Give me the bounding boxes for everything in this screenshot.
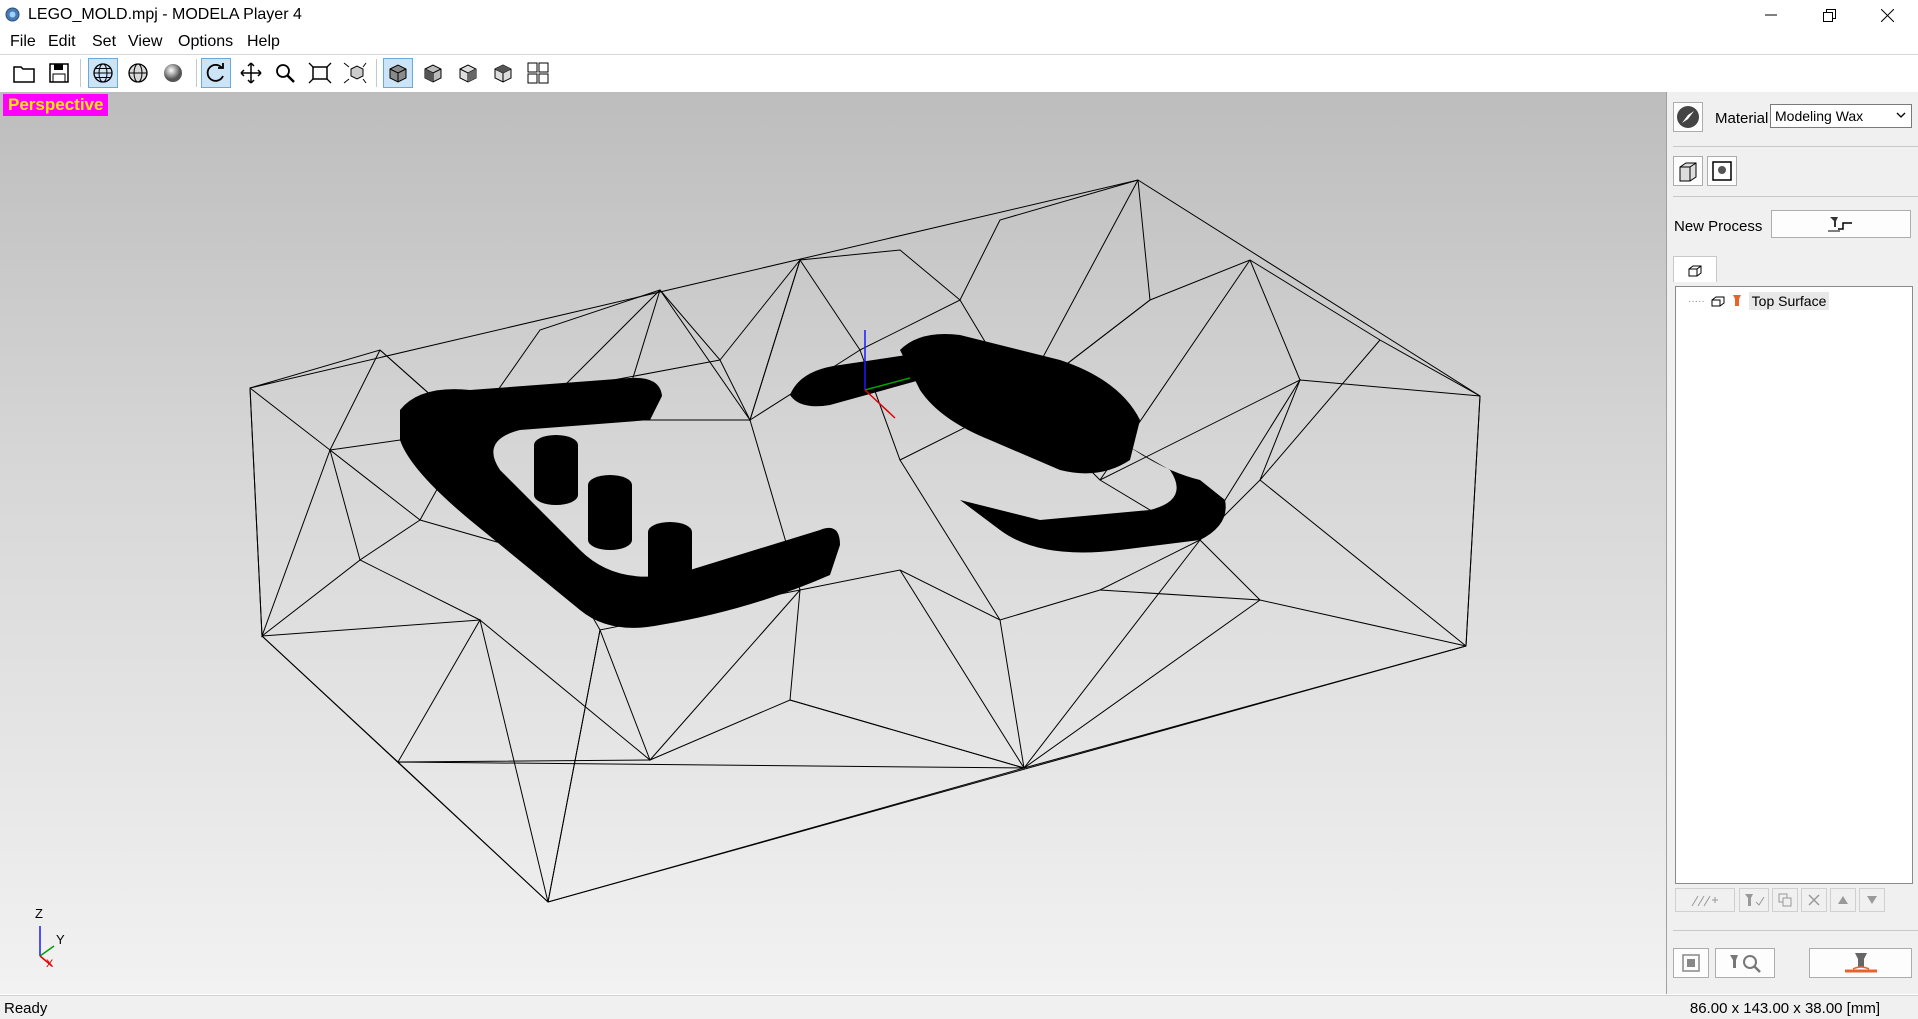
- tree-item-label: Top Surface: [1748, 292, 1830, 310]
- view-iso-button[interactable]: [383, 58, 413, 88]
- pan-button[interactable]: [236, 58, 266, 88]
- compass-icon: [1677, 106, 1699, 128]
- 3d-viewport[interactable]: Perspective Z Y X: [0, 92, 1667, 994]
- view-back-button[interactable]: [488, 58, 518, 88]
- rotate-icon: [206, 63, 224, 82]
- arrow-down-icon: [1867, 896, 1877, 904]
- tab-process-list[interactable]: [1673, 256, 1717, 282]
- restore-icon: [1822, 8, 1836, 22]
- move-down-button[interactable]: [1859, 888, 1885, 912]
- cutting-machine-icon: [1844, 953, 1877, 973]
- process-panel: Material Modeling Wax New Process ····· …: [1667, 92, 1918, 994]
- axis-label-z: Z: [35, 906, 43, 921]
- shaded-wire-icon: [128, 63, 148, 83]
- model-dimensions: 86.00 x 143.00 x 38.00 [mm]: [1689, 1000, 1880, 1017]
- zoom-selection-icon: [343, 62, 367, 84]
- material-view-button[interactable]: [1673, 948, 1709, 978]
- open-button[interactable]: [9, 58, 39, 88]
- edit-process-button[interactable]: [1739, 888, 1769, 912]
- surfacing-tool-icon: [1732, 295, 1741, 306]
- menu-options[interactable]: Options: [176, 33, 235, 51]
- view-front-button[interactable]: [418, 58, 448, 88]
- pan-icon: [240, 62, 262, 84]
- shaded-button[interactable]: [158, 58, 188, 88]
- material-setup-button[interactable]: [1707, 156, 1737, 186]
- compass-button[interactable]: [1673, 102, 1703, 132]
- copy-process-button[interactable]: [1772, 888, 1798, 912]
- material-block-icon: [1712, 161, 1732, 181]
- process-node-icon: [1711, 296, 1725, 307]
- menu-help[interactable]: Help: [245, 33, 282, 51]
- axis-label-x: X: [46, 958, 54, 970]
- close-icon: [1880, 8, 1894, 22]
- zoom-selection-button[interactable]: [340, 58, 370, 88]
- axis-indicator: Z Y X: [28, 906, 68, 977]
- open-icon: [13, 66, 35, 83]
- menu-set[interactable]: Set: [90, 33, 118, 51]
- material-view-icon: [1682, 954, 1700, 972]
- minimize-icon: [1765, 14, 1777, 16]
- window-title: LEGO_MOLD.mpj - MODELA Player 4: [28, 6, 302, 23]
- path-preview-button[interactable]: [1675, 888, 1735, 912]
- model-box-icon: [1679, 162, 1697, 182]
- edit-tool-icon: [1745, 894, 1765, 906]
- rotate-button[interactable]: [201, 58, 231, 88]
- app-icon: [5, 7, 20, 22]
- axis-label-y: Y: [56, 932, 65, 947]
- minimize-button[interactable]: [1742, 0, 1800, 30]
- fit-icon: [308, 62, 332, 84]
- view-iso-icon: [389, 64, 407, 83]
- cut-button[interactable]: [1809, 948, 1912, 978]
- status-bar: Ready 86.00 x 143.00 x 38.00 [mm]: [0, 995, 1918, 1019]
- material-select-value: Modeling Wax: [1775, 108, 1864, 124]
- delete-process-button[interactable]: [1801, 888, 1827, 912]
- material-select[interactable]: Modeling Wax: [1770, 104, 1912, 128]
- chevron-down-icon: [1896, 112, 1906, 118]
- multi-view-icon: [527, 62, 549, 84]
- delete-icon: [1808, 894, 1820, 906]
- tool-path-icon: [1828, 217, 1852, 232]
- new-process-label: New Process: [1674, 218, 1763, 235]
- title-bar: LEGO_MOLD.mpj - MODELA Player 4: [0, 0, 1918, 30]
- close-button[interactable]: [1858, 0, 1916, 30]
- wireframe-icon: [93, 63, 113, 83]
- move-up-button[interactable]: [1830, 888, 1856, 912]
- material-label: Material: [1715, 110, 1769, 127]
- view-back-icon: [494, 64, 512, 83]
- wireframe-button[interactable]: [88, 58, 118, 88]
- copy-icon: [1778, 893, 1792, 907]
- model-setup-button[interactable]: [1673, 156, 1703, 186]
- toolbar: [0, 55, 1918, 93]
- preview-cutting-icon: [1730, 955, 1761, 973]
- status-text: Ready: [4, 1000, 48, 1017]
- zoom-button[interactable]: [270, 58, 300, 88]
- preview-cutting-button[interactable]: [1715, 948, 1775, 978]
- save-icon: [49, 63, 69, 83]
- process-list-icon: [1688, 265, 1702, 276]
- view-side-button[interactable]: [453, 58, 483, 88]
- restore-button[interactable]: [1800, 0, 1858, 30]
- menu-view[interactable]: View: [126, 33, 164, 51]
- path-preview-icon: [1691, 895, 1718, 907]
- tree-item-top-surface[interactable]: ····· Top Surface: [1688, 291, 1830, 311]
- menu-edit[interactable]: Edit: [46, 33, 78, 51]
- menu-bar: File Edit Set View Options Help: [0, 30, 1918, 55]
- view-side-icon: [459, 64, 477, 83]
- zoom-icon: [276, 64, 295, 83]
- process-tree[interactable]: ····· Top Surface: [1675, 286, 1913, 884]
- shaded-icon: [164, 64, 182, 82]
- arrow-up-icon: [1838, 896, 1848, 904]
- menu-file[interactable]: File: [8, 33, 38, 51]
- shaded-wire-button[interactable]: [123, 58, 153, 88]
- save-button[interactable]: [44, 58, 74, 88]
- view-front-icon: [424, 64, 442, 83]
- mold-wireframe-model: [249, 179, 1481, 903]
- new-process-button[interactable]: [1771, 210, 1911, 238]
- multi-view-button[interactable]: [523, 58, 553, 88]
- fit-button[interactable]: [305, 58, 335, 88]
